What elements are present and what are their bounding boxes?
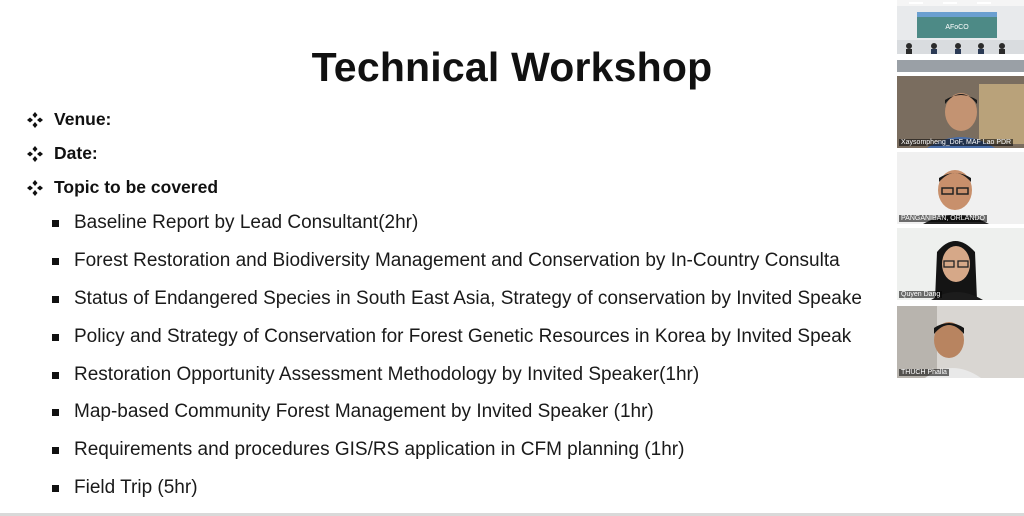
square-bullet-icon xyxy=(52,371,59,379)
topic-item: Requirements and procedures GIS/RS appli… xyxy=(52,439,684,461)
square-bullet-icon xyxy=(52,219,59,227)
afoco-banner: AFoCO xyxy=(945,24,969,31)
header-topics: Topic to be covered xyxy=(26,177,218,198)
topic-label: Restoration Opportunity Assessment Metho… xyxy=(74,364,700,385)
presentation-slide: Technical Workshop Venue: Date: Topic to… xyxy=(0,0,1024,516)
square-bullet-icon xyxy=(52,295,59,303)
participant-tile-panganiban[interactable]: PANGANIBAN, ORLANDO xyxy=(897,152,1024,224)
square-bullet-icon xyxy=(52,484,59,492)
participant-tile-xaysompheng[interactable]: Xaysompheng_DoF, MAF Lao PDR xyxy=(897,76,1024,148)
diamond-bullet-icon xyxy=(26,111,44,129)
participant-name: Xaysompheng_DoF, MAF Lao PDR xyxy=(899,139,1014,146)
square-bullet-icon xyxy=(52,333,59,341)
topic-label: Policy and Strategy of Conservation for … xyxy=(74,326,852,347)
participant-tile-quyen-dang[interactable]: Quyen Dang xyxy=(897,228,1024,300)
header-label: Venue: xyxy=(54,109,112,129)
topic-item: Forest Restoration and Biodiversity Mana… xyxy=(52,250,840,272)
participant-video-panel: AFoCO Xaysompheng_DoF, MAF Lao PDR PANGA… xyxy=(897,0,1024,516)
topic-item: Baseline Report by Lead Consultant(2hr) xyxy=(52,212,418,234)
participant-name: Quyen Dang xyxy=(899,291,943,298)
square-bullet-icon xyxy=(52,257,59,265)
topic-item: Policy and Strategy of Conservation for … xyxy=(52,326,851,348)
diamond-bullet-icon xyxy=(26,145,44,163)
topic-label: Status of Endangered Species in South Ea… xyxy=(74,288,862,309)
conference-room-video: AFoCO xyxy=(897,0,1024,72)
participant-name: PANGANIBAN, ORLANDO xyxy=(899,215,987,222)
topic-label: Map-based Community Forest Management by… xyxy=(74,401,654,422)
topic-label: Baseline Report by Lead Consultant(2hr) xyxy=(74,212,419,233)
participant-name: THUCH Phalla xyxy=(899,369,949,376)
topic-item: Restoration Opportunity Assessment Metho… xyxy=(52,364,699,386)
participant-video xyxy=(897,152,1024,224)
square-bullet-icon xyxy=(52,408,59,416)
topic-label: Field Trip (5hr) xyxy=(74,477,198,498)
participant-tile-thuch-phalla[interactable]: THUCH Phalla xyxy=(897,306,1024,378)
header-label: Topic to be covered xyxy=(54,177,219,197)
participant-video xyxy=(897,306,1024,378)
topic-item: Status of Endangered Species in South Ea… xyxy=(52,288,862,310)
header-label: Date: xyxy=(54,143,98,163)
square-bullet-icon xyxy=(52,446,59,454)
topic-item: Map-based Community Forest Management by… xyxy=(52,401,654,423)
participant-video xyxy=(897,228,1024,300)
participant-tile-conference-room[interactable]: AFoCO xyxy=(897,0,1024,72)
header-date: Date: xyxy=(26,143,98,164)
header-venue: Venue: xyxy=(26,109,111,130)
slide-title: Technical Workshop xyxy=(311,44,713,90)
topic-item: Field Trip (5hr) xyxy=(52,477,198,499)
topic-label: Forest Restoration and Biodiversity Mana… xyxy=(74,250,840,271)
participant-video xyxy=(897,76,1024,148)
diamond-bullet-icon xyxy=(26,179,44,197)
topic-label: Requirements and procedures GIS/RS appli… xyxy=(74,439,685,460)
